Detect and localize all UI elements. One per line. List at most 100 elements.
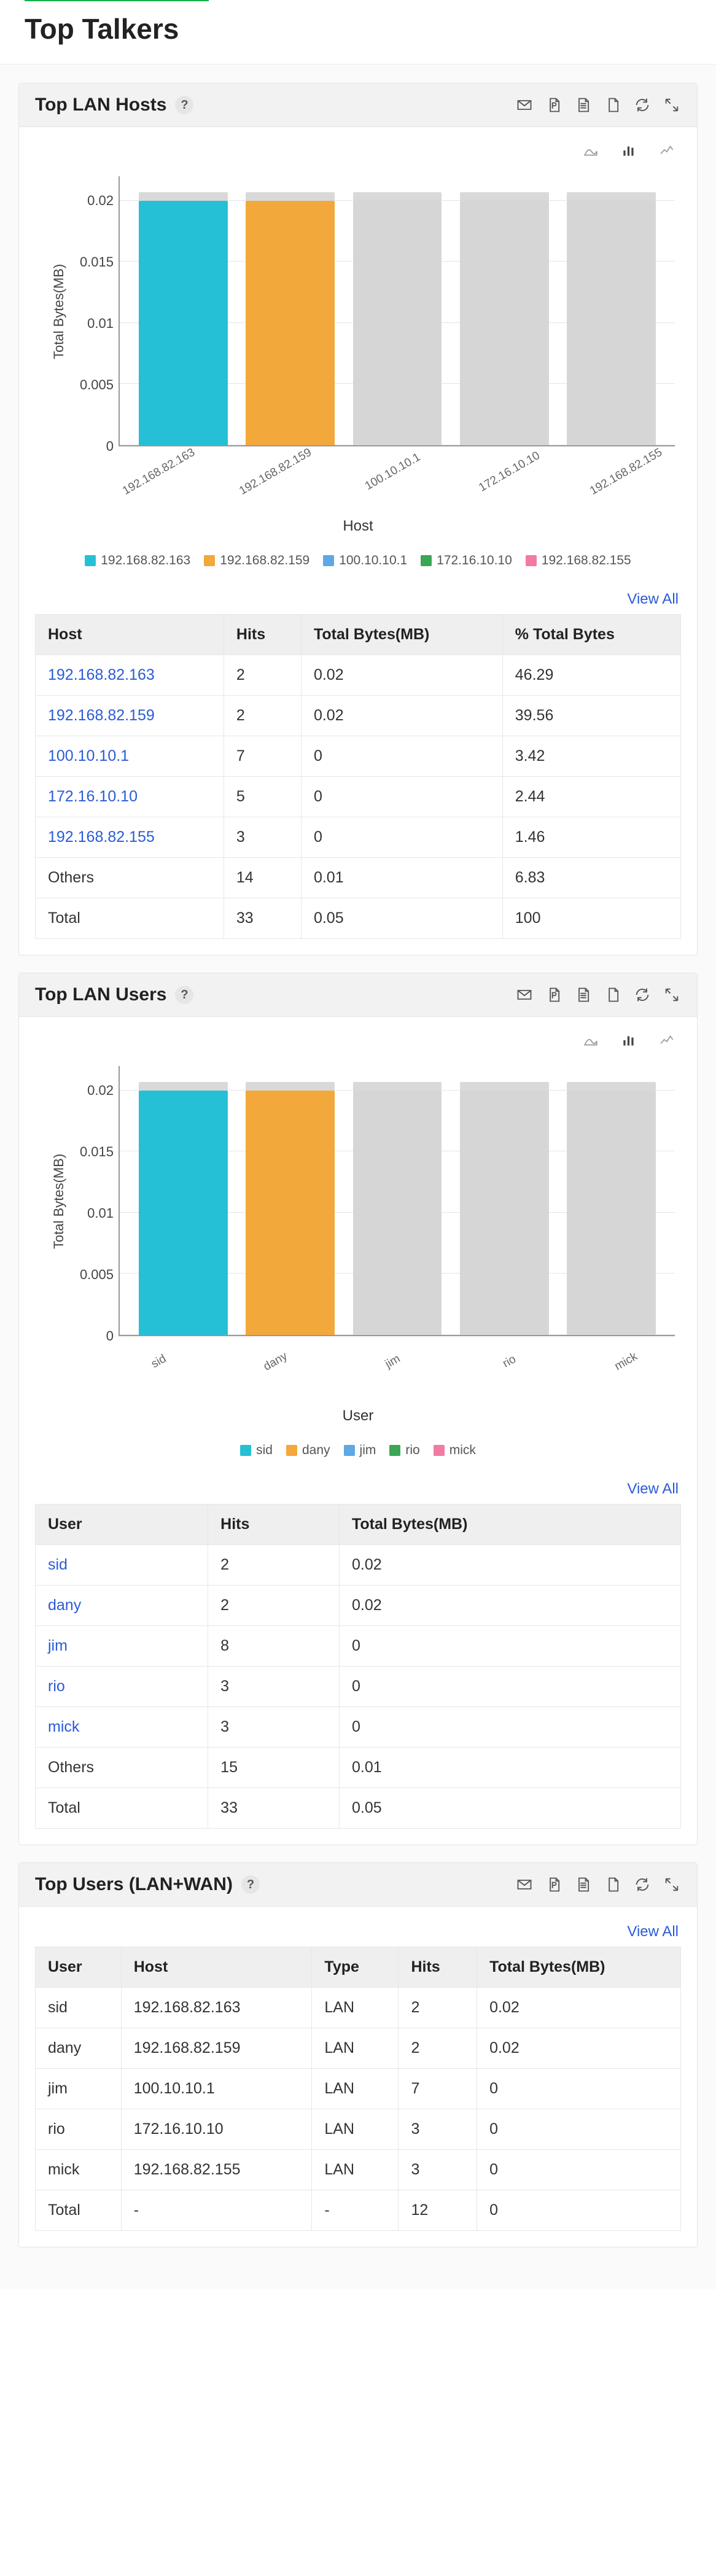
table-cell: Others <box>36 858 224 898</box>
table-cell: 0.01 <box>339 1748 680 1788</box>
help-icon[interactable]: ? <box>241 1875 260 1894</box>
chart-bar[interactable] <box>139 201 228 445</box>
legend-swatch <box>240 1445 251 1456</box>
legend-item[interactable]: 192.168.82.155 <box>526 553 631 568</box>
legend-item[interactable]: 192.168.82.163 <box>85 553 190 568</box>
view-all-link[interactable]: View All <box>627 591 679 607</box>
table-link-cell[interactable]: rio <box>36 1667 208 1707</box>
table-cell: 3 <box>399 2150 477 2190</box>
chart-type-area-button[interactable] <box>577 1032 605 1049</box>
table-cell: 3 <box>399 2109 477 2150</box>
export-csv-button[interactable] <box>574 986 593 1004</box>
chart-type-bar-button[interactable] <box>615 142 643 159</box>
table-header-cell[interactable]: Type <box>312 1947 399 1988</box>
table-link-cell[interactable]: mick <box>36 1707 208 1748</box>
table-footer-row: Total330.05 <box>36 1788 681 1829</box>
panel-lan_wan_users: Top Users (LAN+WAN)?View AllUserHostType… <box>18 1862 698 2247</box>
table-header-cell[interactable]: Hits <box>208 1504 340 1545</box>
chart-yaxis: 00.0050.010.0150.02 <box>67 1066 119 1336</box>
table-link-cell[interactable]: 192.168.82.163 <box>36 655 224 696</box>
table-cell: 0 <box>477 2109 681 2150</box>
table-cell: 172.16.10.10 <box>121 2109 312 2150</box>
table-header-cell[interactable]: User <box>36 1504 208 1545</box>
chart-type-line-button[interactable] <box>653 142 681 159</box>
table-cell: 192.168.82.163 <box>121 1988 312 2028</box>
table-link-cell[interactable]: jim <box>36 1626 208 1667</box>
table-link-cell[interactable]: dany <box>36 1586 208 1626</box>
chart-bar[interactable] <box>353 1091 442 1335</box>
table-link-cell[interactable]: 192.168.82.159 <box>36 696 224 736</box>
table-cell: 2.44 <box>502 777 680 817</box>
chart-plot <box>119 1066 675 1336</box>
table-link-cell[interactable]: 100.10.10.1 <box>36 736 224 777</box>
export-csv-button[interactable] <box>574 96 593 114</box>
help-icon[interactable]: ? <box>175 986 193 1004</box>
table-cell: 7 <box>399 2069 477 2109</box>
chart-xlabel: Host <box>35 518 681 535</box>
export-email-button[interactable] <box>515 1875 534 1894</box>
legend-item[interactable]: 192.168.82.159 <box>204 553 309 568</box>
chart-bar[interactable] <box>139 1091 228 1335</box>
table-link-cell[interactable]: 172.16.10.10 <box>36 777 224 817</box>
table-header-cell[interactable]: Total Bytes(MB) <box>339 1504 680 1545</box>
chart-ytick: 0.02 <box>87 193 114 209</box>
table-header-cell[interactable]: Total Bytes(MB) <box>477 1947 681 1988</box>
table-header-cell[interactable]: Total Bytes(MB) <box>301 615 502 655</box>
legend-item[interactable]: 100.10.10.1 <box>323 553 407 568</box>
table-link-cell[interactable]: sid <box>36 1545 208 1586</box>
legend-item[interactable]: jim <box>344 1443 376 1458</box>
view-all-link[interactable]: View All <box>627 1481 679 1497</box>
chart-type-bar-button[interactable] <box>615 1032 643 1049</box>
export-doc-button[interactable] <box>604 986 622 1004</box>
export-csv-button[interactable] <box>574 1875 593 1894</box>
chart-bar[interactable] <box>246 1091 335 1335</box>
chart-bar[interactable] <box>567 1091 656 1335</box>
legend-item[interactable]: 172.16.10.10 <box>421 553 512 568</box>
chart-bar[interactable] <box>567 201 656 445</box>
chart-bar[interactable] <box>246 201 335 445</box>
table-link-cell[interactable]: 192.168.82.155 <box>36 817 224 858</box>
expand-button[interactable] <box>663 1875 681 1894</box>
help-icon[interactable]: ? <box>175 96 193 114</box>
export-doc-button[interactable] <box>604 1875 622 1894</box>
chart-bar[interactable] <box>460 201 549 445</box>
refresh-button[interactable] <box>633 986 652 1004</box>
export-pdf-button[interactable] <box>545 1875 563 1894</box>
table-header-cell[interactable]: Hits <box>399 1947 477 1988</box>
expand-button[interactable] <box>663 96 681 114</box>
chart-ytick: 0 <box>106 438 114 454</box>
chart-bar[interactable] <box>460 1091 549 1335</box>
chart-type-area-button[interactable] <box>577 142 605 159</box>
table-header-cell[interactable]: % Total Bytes <box>502 615 680 655</box>
chart-ytick: 0.015 <box>80 254 114 270</box>
table-header-cell[interactable]: Hits <box>224 615 301 655</box>
table-row: 192.168.82.15920.0239.56 <box>36 696 681 736</box>
export-email-button[interactable] <box>515 986 534 1004</box>
table-header-cell[interactable]: User <box>36 1947 122 1988</box>
table-cell: jim <box>36 2069 122 2109</box>
chart-bar[interactable] <box>353 201 442 445</box>
table-cell: 0.05 <box>339 1788 680 1829</box>
table-header-cell[interactable]: Host <box>36 615 224 655</box>
table-header-cell[interactable]: Host <box>121 1947 312 1988</box>
legend-swatch <box>323 555 334 566</box>
legend-swatch <box>344 1445 355 1456</box>
export-pdf-button[interactable] <box>545 96 563 114</box>
legend-item[interactable]: sid <box>240 1443 273 1458</box>
export-doc-button[interactable] <box>604 96 622 114</box>
view-all-link[interactable]: View All <box>627 1923 679 1940</box>
legend-item[interactable]: dany <box>286 1443 330 1458</box>
refresh-button[interactable] <box>633 96 652 114</box>
expand-button[interactable] <box>663 986 681 1004</box>
table-footer-row: Others150.01 <box>36 1748 681 1788</box>
table-footer-row: Total--120 <box>36 2190 681 2231</box>
chart-ytick: 0.02 <box>87 1083 114 1099</box>
legend-item[interactable]: mick <box>434 1443 476 1458</box>
export-email-button[interactable] <box>515 96 534 114</box>
legend-swatch <box>434 1445 445 1456</box>
refresh-button[interactable] <box>633 1875 652 1894</box>
chart-type-line-button[interactable] <box>653 1032 681 1049</box>
chart: Total Bytes(MB)00.0050.010.0150.02 <box>47 1066 675 1336</box>
legend-item[interactable]: rio <box>389 1443 419 1458</box>
export-pdf-button[interactable] <box>545 986 563 1004</box>
